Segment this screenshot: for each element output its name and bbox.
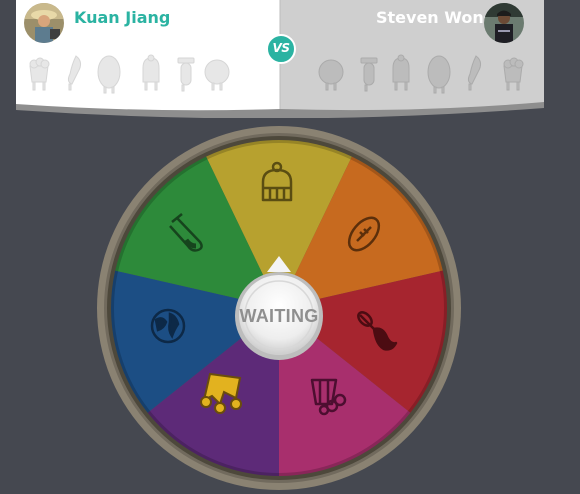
- history-trophy-icon: [388, 52, 414, 96]
- sports-trophy-icon: [426, 52, 452, 96]
- player-right-avatar[interactable]: [484, 3, 524, 43]
- art-icon: [352, 305, 404, 357]
- versus-label: VS: [272, 41, 290, 55]
- player-left-name: Kuan Jiang: [74, 8, 171, 27]
- sports-icon: [338, 208, 390, 260]
- history-icon: [251, 158, 303, 210]
- art-trophy-icon: [462, 52, 488, 96]
- geography-icon: [142, 300, 194, 352]
- crown-icon: [196, 364, 248, 416]
- spin-button[interactable]: WAITING: [231, 256, 327, 360]
- geography-trophy-icon: [318, 52, 344, 96]
- versus-badge: VS: [266, 34, 296, 64]
- category-wheel[interactable]: WAITING: [96, 120, 466, 494]
- player-left-avatar[interactable]: [24, 3, 64, 43]
- player-right-name: Steven Wong: [376, 8, 496, 27]
- science-icon: [162, 206, 214, 258]
- art-trophy-icon: [62, 52, 88, 96]
- science-trophy-icon: [172, 52, 198, 96]
- sports-trophy-icon: [96, 52, 122, 96]
- spin-button-label: WAITING: [239, 306, 319, 326]
- scoreboard: Kuan Jiang Steven Wong VS: [16, 0, 544, 118]
- history-trophy-icon: [138, 52, 164, 96]
- entertainment-icon: [302, 370, 354, 422]
- entertainment-trophy-icon: [26, 52, 52, 96]
- science-trophy-icon: [356, 52, 382, 96]
- entertainment-trophy-icon: [500, 52, 526, 96]
- geography-trophy-icon: [204, 52, 230, 96]
